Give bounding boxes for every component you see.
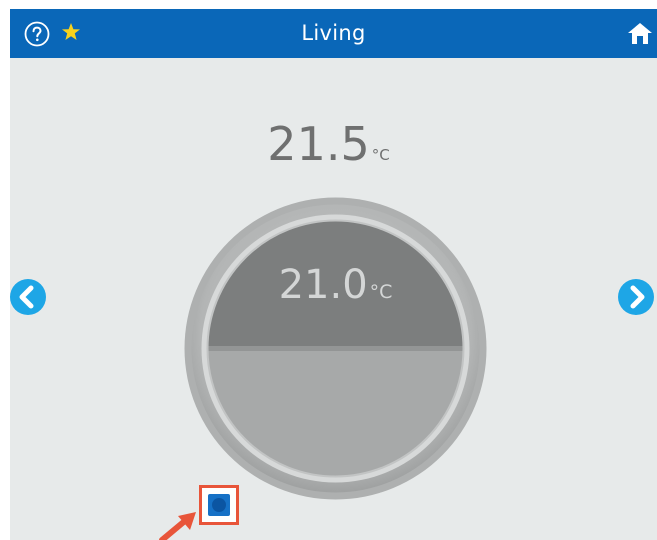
thermostat-dial[interactable]	[183, 196, 488, 501]
current-temperature: 21.5 °C	[0, 117, 657, 171]
home-icon[interactable]	[627, 21, 653, 45]
pointer-arrow-icon	[159, 512, 196, 540]
current-temperature-unit: °C	[371, 146, 390, 164]
previous-room-button[interactable]	[9, 278, 47, 316]
next-room-button[interactable]	[617, 278, 655, 316]
header-bar: Living	[10, 9, 657, 58]
setpoint-unit: °C	[369, 281, 393, 303]
setpoint-value: 21.0	[278, 262, 368, 308]
current-temperature-value: 21.5	[267, 117, 370, 171]
highlight-box	[199, 485, 239, 525]
setpoint-temperature: 21.0 °C	[183, 262, 488, 308]
page-title: Living	[301, 21, 366, 45]
mode-button[interactable]	[208, 494, 230, 516]
